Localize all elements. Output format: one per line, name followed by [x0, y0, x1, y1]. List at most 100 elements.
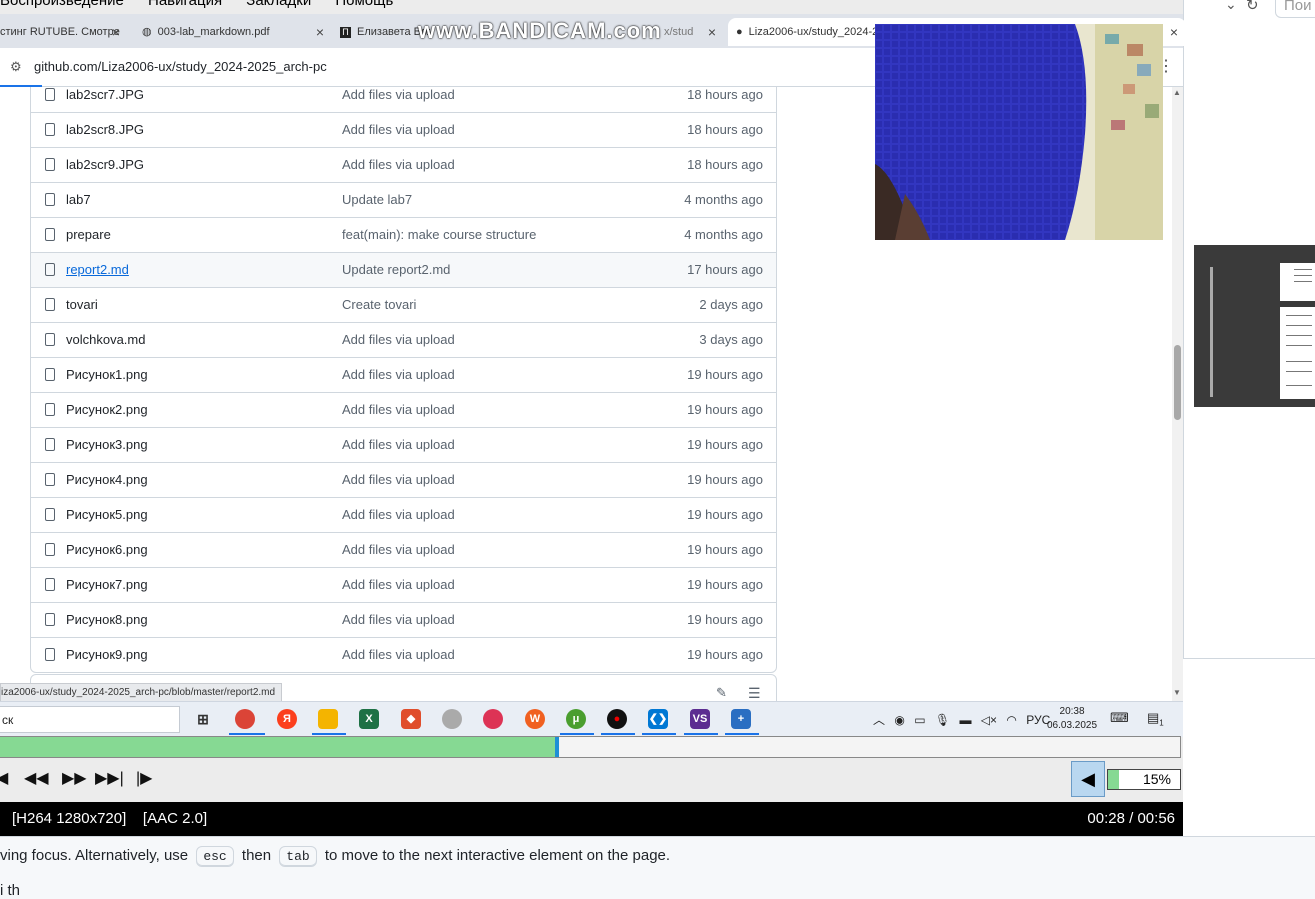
table-row[interactable]: Рисунок7.png Add files via upload 19 hours… — [31, 567, 776, 602]
table-row[interactable]: Рисунок3.png Add files via upload 19 hours… — [31, 427, 776, 462]
url-field[interactable]: github.com/Liza2006-ux/study_2024-2025_a… — [34, 59, 327, 74]
table-row[interactable]: Рисунок8.png Add files via upload 19 hours… — [31, 602, 776, 637]
commit-message[interactable]: Create tovari — [342, 297, 416, 312]
table-row[interactable]: lab2scr9.JPG Add files via upload 18 hours… — [31, 147, 776, 182]
utorrent-icon[interactable]: μ — [566, 709, 586, 729]
close-icon[interactable]: × — [112, 18, 120, 46]
commit-message[interactable]: Add files via upload — [342, 612, 455, 627]
wps-icon[interactable]: W — [525, 709, 545, 729]
table-row[interactable]: Рисунок9.png Add files via upload 19 hours… — [31, 637, 776, 672]
commit-message[interactable]: Add files via upload — [342, 332, 455, 347]
seek-handle[interactable] — [555, 737, 559, 757]
file-name[interactable]: lab2scr7.JPG — [66, 87, 144, 102]
volume-icon[interactable]: ◁× — [981, 713, 997, 727]
table-row[interactable]: Рисунок1.png Add files via upload 19 hours… — [31, 357, 776, 392]
next-icon[interactable]: ▶▶| — [95, 768, 124, 788]
commit-message[interactable]: Add files via upload — [342, 472, 455, 487]
commit-message[interactable]: Add files via upload — [342, 122, 455, 137]
file-name[interactable]: Рисунок9.png — [66, 647, 148, 662]
commit-message[interactable]: Add files via upload — [342, 157, 455, 172]
record-icon[interactable]: ● — [607, 709, 627, 729]
file-name[interactable]: tovari — [66, 297, 98, 312]
task-view-icon[interactable]: ⊞ — [193, 709, 213, 729]
play-pause-icon[interactable]: |▶ — [136, 768, 152, 788]
keyboard-icon[interactable]: ⌨ — [1110, 710, 1129, 726]
table-row[interactable]: Рисунок5.png Add files via upload 19 hours… — [31, 497, 776, 532]
file-name[interactable]: Рисунок8.png — [66, 612, 148, 627]
wifi-icon[interactable]: ◠ — [1006, 713, 1016, 727]
menu-playback[interactable]: Воспроизведение — [0, 0, 124, 9]
commit-message[interactable]: Add files via upload — [342, 542, 455, 557]
table-row[interactable]: Рисунок2.png Add files via upload 19 hours… — [31, 392, 776, 427]
excel-icon[interactable]: X — [359, 709, 379, 729]
commit-message[interactable]: Add files via upload — [342, 647, 455, 662]
file-name[interactable]: prepare — [66, 227, 111, 242]
tab-rutube[interactable]: стинг RUTUBE. Смотре × — [0, 18, 128, 46]
file-name[interactable]: lab2scr9.JPG — [66, 157, 144, 172]
close-icon[interactable]: × — [708, 18, 716, 46]
vscode-icon[interactable]: ❮❯ — [648, 709, 668, 729]
commit-message[interactable]: feat(main): make course structure — [342, 227, 536, 242]
rewind-icon[interactable]: ◀◀ — [24, 768, 49, 788]
tab-person[interactable]: П Елизавета Вол — [334, 18, 430, 46]
file-name[interactable]: volchkova.md — [66, 332, 145, 347]
edit-icon[interactable]: ✎ — [716, 685, 727, 701]
previous-icon[interactable]: ◀ — [0, 768, 8, 788]
microphone-icon[interactable]: 🎙 — [935, 713, 950, 727]
scroll-down-icon[interactable]: ▼ — [1173, 688, 1181, 697]
commit-message[interactable]: Add files via upload — [342, 87, 455, 102]
tray-app-icon[interactable]: ◉ — [894, 713, 904, 727]
fast-forward-icon[interactable]: ▶▶ — [62, 768, 87, 788]
commit-message[interactable]: Add files via upload — [342, 507, 455, 522]
menu-navigation[interactable]: Навигация — [148, 0, 222, 9]
commit-message[interactable]: Add files via upload — [342, 367, 455, 382]
chevron-up-icon[interactable]: ︿ — [873, 713, 885, 727]
photos-icon[interactable] — [483, 709, 503, 729]
tab-pdf[interactable]: ◍ 003-lab_markdown.pdf × — [136, 18, 332, 46]
table-row[interactable]: Рисунок4.png Add files via upload 19 hours… — [31, 462, 776, 497]
chrome-icon[interactable] — [235, 709, 255, 729]
pdf-thumbnail[interactable] — [1194, 245, 1315, 407]
chevron-down-icon[interactable]: ⌄ — [1225, 0, 1237, 13]
table-row[interactable]: volchkova.md Add files via upload 3 days a… — [31, 322, 776, 357]
file-name[interactable]: lab2scr8.JPG — [66, 122, 144, 137]
file-name[interactable]: Рисунок4.png — [66, 472, 148, 487]
commit-message[interactable]: Add files via upload — [342, 437, 455, 452]
file-name[interactable]: Рисунок1.png — [66, 367, 148, 382]
vs-icon[interactable]: VS — [690, 709, 710, 729]
table-row[interactable]: lab2scr8.JPG Add files via upload 18 hours… — [31, 112, 776, 147]
file-name[interactable]: lab7 — [66, 192, 91, 207]
tray-device-icon[interactable]: ▭ — [914, 713, 925, 727]
file-name[interactable]: Рисунок5.png — [66, 507, 148, 522]
battery-icon[interactable]: ▬ — [959, 713, 971, 727]
mute-button[interactable]: ◀ — [1071, 761, 1105, 797]
file-name[interactable]: report2.md — [66, 262, 129, 277]
table-row[interactable]: Рисунок6.png Add files via upload 19 hours… — [31, 532, 776, 567]
commit-message[interactable]: Add files via upload — [342, 402, 455, 417]
site-settings-icon[interactable]: ⚙ — [10, 59, 22, 75]
file-name[interactable]: Рисунок6.png — [66, 542, 148, 557]
file-name[interactable]: Рисунок7.png — [66, 577, 148, 592]
taskbar-search[interactable]: ск — [0, 706, 180, 733]
scroll-up-icon[interactable]: ▲ — [1173, 88, 1181, 97]
search-input[interactable]: Пои — [1275, 0, 1315, 18]
anydesk-icon[interactable]: ◆ — [401, 709, 421, 729]
outline-icon[interactable]: ☰ — [748, 685, 761, 701]
notifications-icon[interactable]: ▤1 — [1147, 710, 1164, 728]
table-row[interactable]: lab7 Update lab7 4 months ago — [31, 182, 776, 217]
table-row[interactable]: report2.md Update report2.md 17 hours ago — [31, 252, 776, 287]
close-icon[interactable]: × — [316, 18, 324, 46]
menu-help[interactable]: Помощь — [335, 0, 393, 9]
table-row[interactable]: prepare feat(main): make course structure… — [31, 217, 776, 252]
commit-message[interactable]: Update lab7 — [342, 192, 412, 207]
table-row[interactable]: tovari Create tovari 2 days ago — [31, 287, 776, 322]
commit-message[interactable]: Add files via upload — [342, 577, 455, 592]
close-icon[interactable]: × — [1170, 18, 1178, 46]
taskbar-clock[interactable]: 20:38 06.03.2025 — [1047, 705, 1097, 733]
yandex-icon[interactable]: Я — [277, 709, 297, 729]
app-icon[interactable] — [442, 709, 462, 729]
menu-bookmarks[interactable]: Закладки — [246, 0, 311, 9]
explorer-icon[interactable] — [318, 709, 338, 729]
reload-icon[interactable]: ↻ — [1246, 0, 1259, 14]
scrollbar-thumb[interactable] — [1174, 345, 1181, 420]
